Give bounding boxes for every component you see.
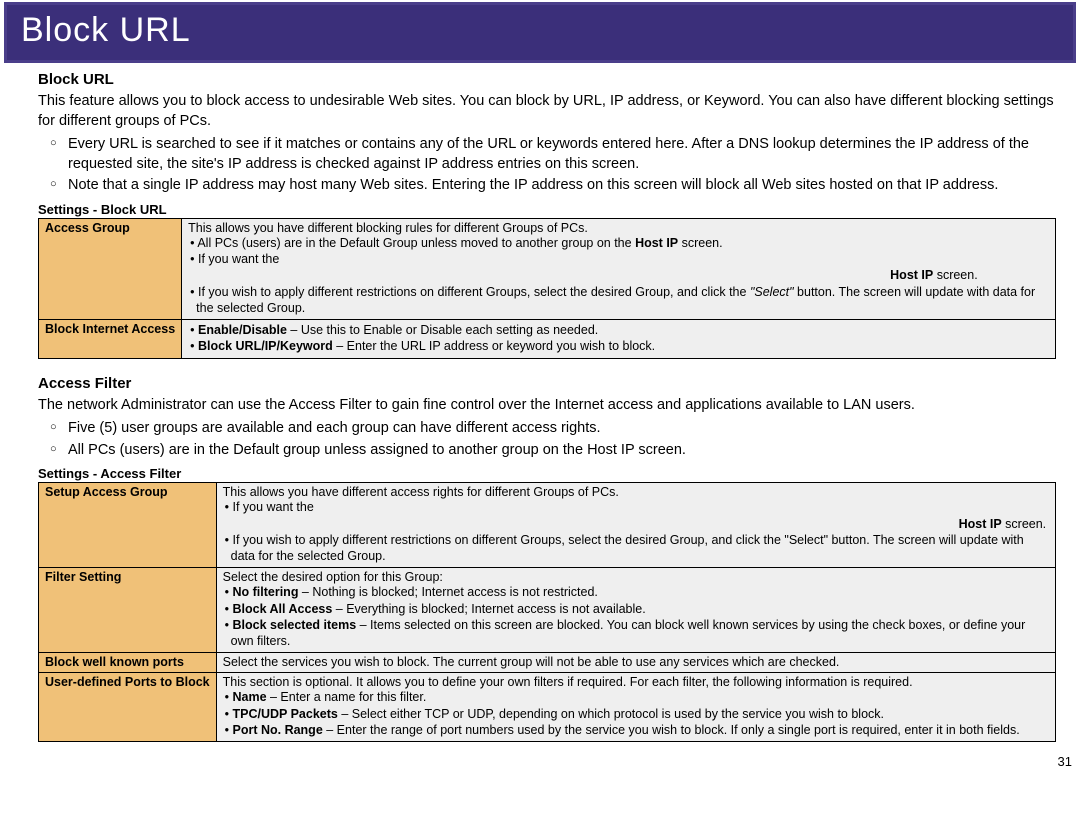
blockurl-table: Access Group This allows you have differ… (38, 218, 1056, 359)
table-row: Access Group This allows you have differ… (39, 218, 1056, 319)
cell-value: This allows you have different access ri… (216, 483, 1055, 568)
cell-value: This allows you have different blocking … (182, 218, 1056, 319)
list-item: Name – Enter a name for this filter. (223, 689, 1049, 705)
blockurl-intro: This feature allows you to block access … (38, 92, 1056, 131)
list-item: TPC/UDP Packets – Select either TCP or U… (223, 706, 1049, 722)
blockurl-heading: Block URL (38, 71, 1056, 88)
page-title: Block URL (21, 11, 1059, 50)
list-item: No filtering – Nothing is blocked; Inter… (223, 584, 1049, 600)
list-item: Port No. Range – Enter the range of port… (223, 722, 1049, 738)
list-item: Enable/Disable – Use this to Enable or D… (188, 322, 1049, 338)
cell-list: If you want theHost IP screen. If you wi… (223, 499, 1049, 564)
cell-list: Enable/Disable – Use this to Enable or D… (188, 322, 1049, 355)
page-banner: Block URL (4, 2, 1076, 63)
list-item: If you wish to apply different restricti… (223, 532, 1049, 565)
access-table-title: Settings - Access Filter (38, 466, 1056, 481)
table-row: Filter Setting Select the desired option… (39, 568, 1056, 653)
cell-value: This section is optional. It allows you … (216, 673, 1055, 742)
list-item: Block selected items – Items selected on… (223, 617, 1049, 650)
cell-value: Enable/Disable – Use this to Enable or D… (182, 320, 1056, 359)
cell-list: All PCs (users) are in the Default Group… (188, 235, 1049, 316)
access-bullet-2: All PCs (users) are in the Default group… (68, 441, 1056, 461)
cell-label: Block well known ports (39, 653, 217, 673)
cell-label: Access Group (39, 218, 182, 319)
access-table: Setup Access Group This allows you have … (38, 482, 1056, 742)
table-row: Block well known ports Select the servic… (39, 653, 1056, 673)
cell-value: Select the services you wish to block. T… (216, 653, 1055, 673)
table-row: Setup Access Group This allows you have … (39, 483, 1056, 568)
list-item: Block All Access – Everything is blocked… (223, 601, 1049, 617)
access-bullets: Five (5) user groups are available and e… (38, 419, 1056, 460)
cell-line: Select the desired option for this Group… (223, 570, 1049, 584)
cell-line: This section is optional. It allows you … (223, 675, 1049, 689)
blockurl-bullets: Every URL is searched to see if it match… (38, 135, 1056, 196)
list-item: If you wish to apply different restricti… (188, 284, 1049, 317)
list-item: If you want theHost IP screen. (188, 251, 1049, 284)
cell-list: No filtering – Nothing is blocked; Inter… (223, 584, 1049, 649)
cell-line: This allows you have different blocking … (188, 221, 1049, 235)
list-item: Block URL/IP/Keyword – Enter the URL IP … (188, 338, 1049, 354)
access-heading: Access Filter (38, 375, 1056, 392)
list-item: All PCs (users) are in the Default Group… (188, 235, 1049, 251)
cell-label: User-defined Ports to Block (39, 673, 217, 742)
page-content: Block URL This feature allows you to blo… (0, 71, 1080, 752)
table-row: Block Internet Access Enable/Disable – U… (39, 320, 1056, 359)
access-bullet-1: Five (5) user groups are available and e… (68, 419, 1056, 439)
table-row: User-defined Ports to Block This section… (39, 673, 1056, 742)
access-intro: The network Administrator can use the Ac… (38, 396, 1056, 416)
list-item: If you want theHost IP screen. (223, 499, 1049, 532)
page-number: 31 (0, 752, 1080, 773)
blockurl-bullet-1: Every URL is searched to see if it match… (68, 135, 1056, 174)
cell-list: Name – Enter a name for this filter. TPC… (223, 689, 1049, 738)
cell-label: Filter Setting (39, 568, 217, 653)
cell-value: Select the desired option for this Group… (216, 568, 1055, 653)
blockurl-bullet-2: Note that a single IP address may host m… (68, 176, 1056, 196)
cell-label: Setup Access Group (39, 483, 217, 568)
cell-line: This allows you have different access ri… (223, 485, 1049, 499)
blockurl-table-title: Settings - Block URL (38, 202, 1056, 217)
cell-label: Block Internet Access (39, 320, 182, 359)
